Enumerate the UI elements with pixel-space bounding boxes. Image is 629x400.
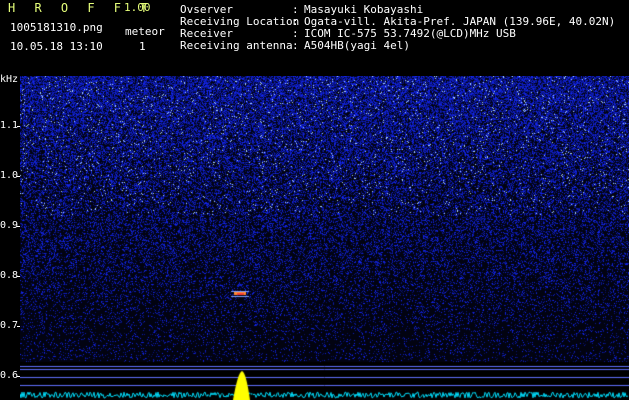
antenna-value: A504HB(yagi 4el) xyxy=(304,39,410,52)
antenna-colon: : xyxy=(292,39,299,52)
meteor-label: meteor xyxy=(125,25,165,38)
spectrogram-canvas xyxy=(20,76,629,400)
file-name: 1005181310.png xyxy=(10,21,103,34)
antenna-label: Receiving antenna xyxy=(180,39,293,52)
spectrogram xyxy=(20,76,629,400)
date-time: 10.05.18 13:10 xyxy=(10,40,103,53)
header-panel: H R O F F T 1.00 1005181310.png meteor 1… xyxy=(0,0,629,74)
y-axis-unit: kHz xyxy=(0,74,19,85)
app-version: 1.00 xyxy=(124,1,151,14)
meteor-count: 1 xyxy=(139,40,146,53)
